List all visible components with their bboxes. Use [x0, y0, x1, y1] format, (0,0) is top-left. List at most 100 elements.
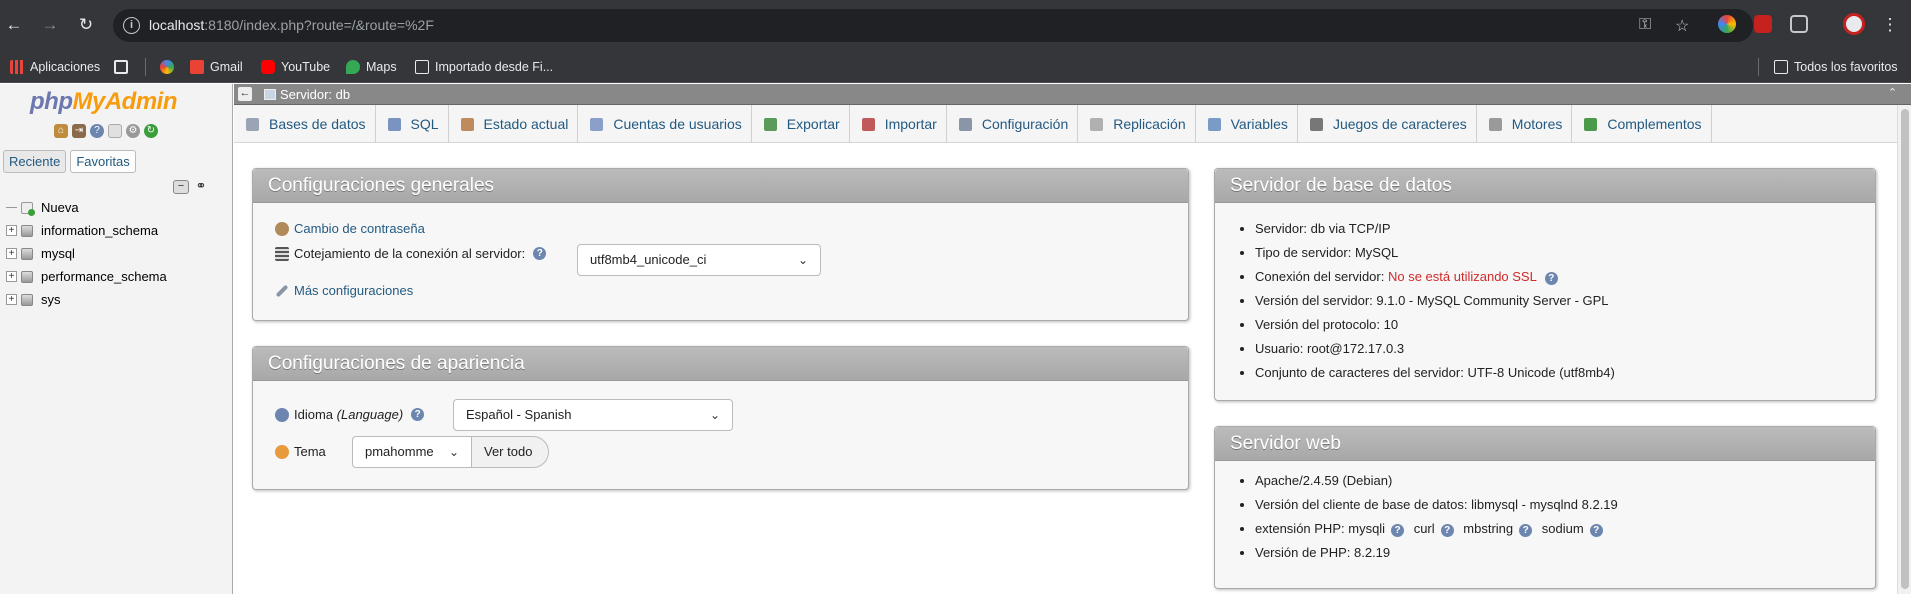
- extensions-puzzle-icon[interactable]: [1790, 15, 1808, 33]
- scrollbar-thumb[interactable]: [1901, 109, 1909, 589]
- language-select[interactable]: Español - Spanish ⌄: [453, 399, 733, 431]
- expand-icon[interactable]: +: [6, 294, 17, 305]
- bookmark-apps[interactable]: Aplicaciones: [10, 58, 100, 76]
- list-item: Versión del servidor: 9.1.0 - MySQL Comm…: [1255, 289, 1615, 313]
- list-icon: [275, 246, 289, 261]
- tree-item-db[interactable]: + information_schema: [6, 219, 167, 242]
- tree-item-label[interactable]: information_schema: [41, 223, 158, 238]
- help-icon[interactable]: ?: [1440, 524, 1454, 537]
- help-icon[interactable]: ?: [90, 124, 104, 138]
- folder-icon: [1774, 60, 1788, 74]
- expand-icon[interactable]: +: [6, 225, 17, 236]
- tree-item-new[interactable]: Nueva: [6, 196, 167, 219]
- tab-export[interactable]: Exportar: [752, 105, 850, 143]
- help-icon[interactable]: ?: [1589, 524, 1603, 537]
- forward-arrow-icon[interactable]: →: [39, 14, 61, 36]
- docs-icon[interactable]: [108, 124, 122, 138]
- tab-label: SQL: [410, 116, 439, 132]
- panel-title: Servidor de base de datos: [1215, 169, 1875, 203]
- tab-databases[interactable]: Bases de datos: [234, 105, 376, 143]
- tree-item-label[interactable]: performance_schema: [41, 269, 167, 284]
- tree-item-label[interactable]: sys: [41, 292, 61, 307]
- key-icon[interactable]: ⚿: [1639, 16, 1651, 34]
- tab-engines[interactable]: Motores: [1477, 105, 1573, 143]
- theme-row: Tema: [275, 444, 326, 459]
- tab-status[interactable]: Estado actual: [449, 105, 579, 143]
- site-info-icon[interactable]: i: [123, 17, 140, 34]
- tab-recent[interactable]: Reciente: [3, 150, 67, 173]
- list-item: extensión PHP: mysqli? curl? mbstring? s…: [1255, 517, 1618, 541]
- tab-variables[interactable]: Variables: [1196, 105, 1298, 143]
- bookmark-separator: [1758, 58, 1759, 76]
- bookmark-maps[interactable]: Maps: [346, 58, 397, 76]
- bookmarks-bar: Aplicaciones Gmail YouTube Maps Importad…: [0, 50, 1911, 83]
- extension-book-icon[interactable]: [1754, 15, 1772, 33]
- gear-icon[interactable]: ⚙: [126, 124, 140, 138]
- page-scrollbar[interactable]: [1897, 105, 1911, 594]
- url-text[interactable]: localhost:8180/index.php?route=/&route=%…: [149, 17, 434, 33]
- back-arrow-icon[interactable]: ←: [3, 14, 25, 36]
- home-icon[interactable]: ⌂: [54, 124, 68, 138]
- help-icon[interactable]: ?: [533, 247, 547, 260]
- expand-icon[interactable]: +: [6, 248, 17, 259]
- help-icon[interactable]: ?: [1391, 524, 1405, 537]
- more-settings-link[interactable]: Más configuraciones: [275, 283, 413, 298]
- tab-groups-icon[interactable]: [114, 58, 134, 76]
- bookmark-all-favorites[interactable]: Todos los favoritos: [1774, 58, 1898, 76]
- change-password-link[interactable]: Cambio de contraseña: [275, 221, 425, 236]
- bookmark-gmail[interactable]: Gmail: [190, 58, 243, 76]
- tree-item-db[interactable]: + performance_schema: [6, 265, 167, 288]
- bookmark-separator: [145, 58, 146, 76]
- tab-plugins[interactable]: Complementos: [1572, 105, 1712, 143]
- language-row: Idioma (Language) ?: [275, 407, 425, 422]
- tree-item-db[interactable]: + mysql: [6, 242, 167, 265]
- refresh-icon[interactable]: ↻: [144, 124, 158, 138]
- menu-kebab-icon[interactable]: ⋮: [1879, 14, 1901, 36]
- extension-color-icon[interactable]: [1718, 15, 1736, 33]
- tab-favorites[interactable]: Favoritas: [70, 150, 136, 173]
- list-item: Tipo de servidor: MySQL: [1255, 241, 1615, 265]
- logout-icon[interactable]: ⇥: [72, 124, 86, 138]
- tree-item-label: Nueva: [41, 200, 79, 215]
- database-icon: [21, 270, 33, 283]
- tree-item-db[interactable]: + sys: [6, 288, 167, 311]
- breadcrumb-server[interactable]: Servidor: db: [264, 87, 350, 102]
- view-all-themes-button[interactable]: Ver todo: [471, 436, 549, 468]
- chevron-down-icon: ⌄: [448, 445, 459, 459]
- tab-label: Bases de datos: [269, 116, 366, 132]
- tab-user-accounts[interactable]: Cuentas de usuarios: [578, 105, 752, 143]
- help-icon[interactable]: ?: [1519, 524, 1533, 537]
- google-icon[interactable]: [160, 58, 180, 76]
- tab-settings[interactable]: Configuración: [947, 105, 1079, 143]
- link-with-main-icon[interactable]: ⚭: [193, 179, 209, 194]
- tab-sql[interactable]: SQL: [376, 105, 449, 143]
- import-icon: [861, 117, 875, 131]
- phpmyadmin-logo[interactable]: phpMyAdmin: [30, 88, 177, 116]
- tree-item-label[interactable]: mysql: [41, 246, 75, 261]
- collation-select[interactable]: utf8mb4_unicode_ci ⌄: [577, 244, 821, 276]
- list-item: Conjunto de caracteres del servidor: UTF…: [1255, 361, 1615, 385]
- reload-icon[interactable]: ↻: [75, 14, 97, 36]
- maximize-icon[interactable]: ⌃: [1886, 87, 1899, 100]
- list-item: Versión del protocolo: 10: [1255, 313, 1615, 337]
- collation-row: Cotejamiento de la conexión al servidor:…: [275, 246, 547, 261]
- plugins-icon: [1584, 117, 1598, 131]
- theme-select[interactable]: pmahomme ⌄: [352, 436, 472, 468]
- tab-charsets[interactable]: Juegos de caracteres: [1298, 105, 1477, 143]
- help-icon[interactable]: ?: [411, 408, 425, 421]
- bookmark-imported-folder[interactable]: Importado desde Fi...: [415, 58, 553, 76]
- bookmark-youtube[interactable]: YouTube: [261, 58, 330, 76]
- list-item: Conexión del servidor: No se está utiliz…: [1255, 265, 1615, 289]
- tab-replication[interactable]: Replicación: [1078, 105, 1196, 143]
- expand-icon[interactable]: +: [6, 271, 17, 282]
- tab-import[interactable]: Importar: [850, 105, 947, 143]
- profile-avatar[interactable]: [1843, 13, 1865, 35]
- address-bar[interactable]: i localhost:8180/index.php?route=/&route…: [113, 9, 1753, 42]
- collapse-all-icon[interactable]: −: [173, 180, 189, 194]
- help-icon[interactable]: ?: [1544, 272, 1558, 285]
- database-icon: [21, 247, 33, 260]
- sql-icon: [387, 117, 401, 131]
- star-icon[interactable]: ☆: [1675, 16, 1689, 36]
- collapse-nav-icon[interactable]: ←: [238, 87, 252, 101]
- apps-grid-icon: [10, 60, 24, 74]
